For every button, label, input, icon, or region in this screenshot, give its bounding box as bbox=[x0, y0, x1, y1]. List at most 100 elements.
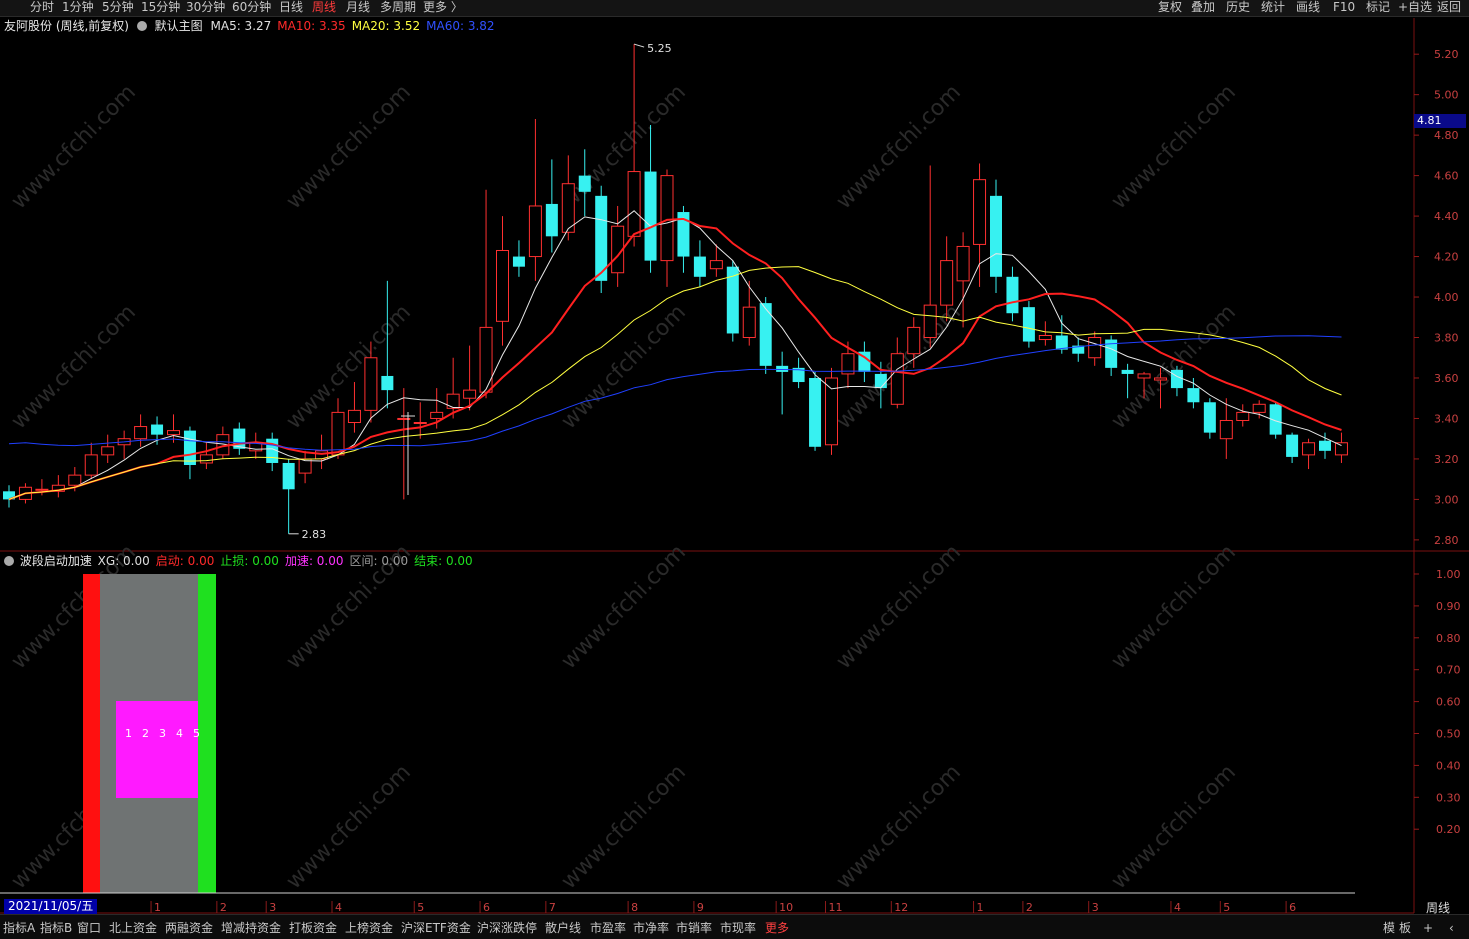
candle-body-75 bbox=[1236, 411, 1250, 421]
indicator-tabbar: 指标A 指标B 窗口 北上资金 两融资金 增减持资金 打板资金 上榜资金 沪深ETF资金 沪深涨跌… bbox=[0, 914, 1469, 939]
counter-label-0: 1 bbox=[125, 727, 132, 740]
candle-body-54 bbox=[890, 353, 904, 405]
indicator-tab-10[interactable]: 散户线 bbox=[545, 919, 581, 937]
candle-body-63 bbox=[1038, 334, 1052, 341]
sub-field-4: 区间: 0.00 bbox=[349, 554, 409, 568]
sub-field-2: 止损: 0.00 bbox=[220, 554, 279, 568]
indicator-tab-11[interactable]: 市盈率 bbox=[590, 919, 626, 937]
candle-body-66 bbox=[1088, 337, 1102, 359]
sub-tick-label-5: 0.50 bbox=[1436, 728, 1461, 741]
watermark-13: www.cfchi.com bbox=[832, 540, 966, 674]
candle-body-38 bbox=[627, 171, 641, 237]
sub-tick-label-0: 1.00 bbox=[1436, 568, 1461, 581]
candle-body-12 bbox=[199, 454, 213, 464]
candle-body-78 bbox=[1286, 434, 1299, 457]
candle-body-74 bbox=[1219, 419, 1233, 440]
indicator-tab-14[interactable]: 市现率 bbox=[720, 919, 756, 937]
price-tick-label-3: 4.60 bbox=[1434, 170, 1459, 183]
indicator-tab-15[interactable]: 更多 bbox=[765, 919, 789, 937]
x-tick-label-11: 12 bbox=[894, 901, 908, 914]
candle-body-70 bbox=[1154, 377, 1167, 381]
candle-body-26 bbox=[430, 411, 444, 419]
indicator-tab-12[interactable]: 市净率 bbox=[633, 919, 669, 937]
watermark-14: www.cfchi.com bbox=[1107, 540, 1241, 674]
candle-body-42 bbox=[693, 256, 706, 277]
counter-label-1: 2 bbox=[142, 727, 149, 740]
x-tick-label-7: 8 bbox=[631, 901, 638, 914]
indicator-tab-6[interactable]: 打板资金 bbox=[289, 919, 337, 937]
candle-body-49 bbox=[809, 377, 822, 447]
footer-button-0[interactable]: 模 bbox=[1383, 919, 1395, 937]
price-tick-label-1: 5.00 bbox=[1434, 89, 1459, 102]
price-tick-label-2: 4.80 bbox=[1434, 129, 1459, 142]
indicator-tab-8[interactable]: 沪深ETF资金 bbox=[401, 919, 471, 937]
price-tick-label-7: 3.80 bbox=[1434, 332, 1459, 345]
x-tick-label-15: 4 bbox=[1174, 901, 1181, 914]
candle-body-33 bbox=[545, 203, 558, 237]
indicator-tab-9[interactable]: 沪深涨跌停 bbox=[477, 919, 537, 937]
candle-body-47 bbox=[776, 365, 789, 372]
candle-body-59 bbox=[973, 179, 987, 245]
sub-chart-title[interactable]: 波段启动加速 bbox=[20, 554, 92, 568]
indicator-tab-4[interactable]: 两融资金 bbox=[165, 919, 213, 937]
watermark-16: www.cfchi.com bbox=[282, 760, 416, 894]
x-tick-label-3: 4 bbox=[335, 901, 342, 914]
candle-body-27 bbox=[446, 393, 460, 409]
candle-body-39 bbox=[644, 171, 657, 261]
candle-body-64 bbox=[1055, 335, 1068, 350]
candle-body-31 bbox=[512, 256, 525, 267]
footer-button-2[interactable]: + bbox=[1423, 919, 1433, 937]
indicator-tab-3[interactable]: 北上资金 bbox=[109, 919, 157, 937]
counter-label-3: 4 bbox=[176, 727, 183, 740]
watermark-4: www.cfchi.com bbox=[1107, 80, 1241, 214]
sub-field-3: 加速: 0.00 bbox=[284, 554, 344, 568]
candle-body-34 bbox=[561, 183, 575, 233]
x-tick-label-9: 10 bbox=[779, 901, 793, 914]
price-tick-label-6: 4.00 bbox=[1434, 291, 1459, 304]
candle-body-11 bbox=[183, 430, 196, 466]
watermark-5: www.cfchi.com bbox=[7, 300, 141, 434]
x-tick-label-16: 5 bbox=[1223, 901, 1230, 914]
indicator-tab-7[interactable]: 上榜资金 bbox=[345, 919, 393, 937]
sub-tick-label-6: 0.40 bbox=[1436, 759, 1461, 772]
candle-body-5 bbox=[84, 454, 98, 476]
watermark-1: www.cfchi.com bbox=[282, 80, 416, 214]
footer-button-3[interactable]: ‹ bbox=[1449, 919, 1454, 937]
candle-body-56 bbox=[923, 304, 937, 339]
candle-body-17 bbox=[282, 462, 295, 490]
x-tick-label-10: 11 bbox=[829, 901, 843, 914]
candle-body-32 bbox=[528, 205, 542, 258]
sub-dropdown-icon[interactable] bbox=[4, 556, 14, 566]
candle-body-76 bbox=[1252, 403, 1266, 413]
candle-body-62 bbox=[1022, 307, 1035, 342]
indicator-tab-13[interactable]: 市销率 bbox=[676, 919, 712, 937]
candle-body-46 bbox=[759, 303, 772, 366]
x-tick-label-2: 3 bbox=[269, 901, 276, 914]
candlestick-chart[interactable]: www.cfchi.com www.cfchi.com www.cfchi.com w… bbox=[0, 0, 1469, 938]
end-signal-bar bbox=[198, 574, 216, 893]
indicator-tab-2[interactable]: 窗口 bbox=[77, 919, 101, 937]
candle-body-4 bbox=[68, 474, 82, 486]
indicator-tab-0[interactable]: 指标A bbox=[3, 919, 35, 937]
watermark-12: www.cfchi.com bbox=[557, 540, 691, 674]
footer-button-1[interactable]: 板 bbox=[1399, 919, 1411, 937]
candle-body-10 bbox=[167, 430, 180, 436]
price-tick-label-8: 3.60 bbox=[1434, 372, 1459, 385]
candle-body-29 bbox=[479, 326, 493, 393]
candle-body-20 bbox=[331, 411, 345, 456]
x-tick-label-12: 1 bbox=[977, 901, 984, 914]
candle-body-69 bbox=[1137, 373, 1151, 379]
x-tick-label-8: 9 bbox=[697, 901, 704, 914]
candle-body-28 bbox=[463, 389, 477, 399]
price-tick-label-11: 3.00 bbox=[1434, 493, 1459, 506]
candle-body-53 bbox=[874, 373, 887, 389]
watermark-18: www.cfchi.com bbox=[832, 760, 966, 894]
price-tick-label-10: 3.20 bbox=[1434, 453, 1459, 466]
x-tick-label-0: 1 bbox=[154, 901, 161, 914]
indicator-tab-1[interactable]: 指标B bbox=[40, 919, 72, 937]
x-tick-label-14: 3 bbox=[1092, 901, 1099, 914]
indicator-tab-5[interactable]: 增减持资金 bbox=[221, 919, 281, 937]
candle-body-61 bbox=[1006, 276, 1019, 314]
candle-body-81 bbox=[1334, 442, 1348, 456]
candle-body-57 bbox=[940, 260, 954, 306]
